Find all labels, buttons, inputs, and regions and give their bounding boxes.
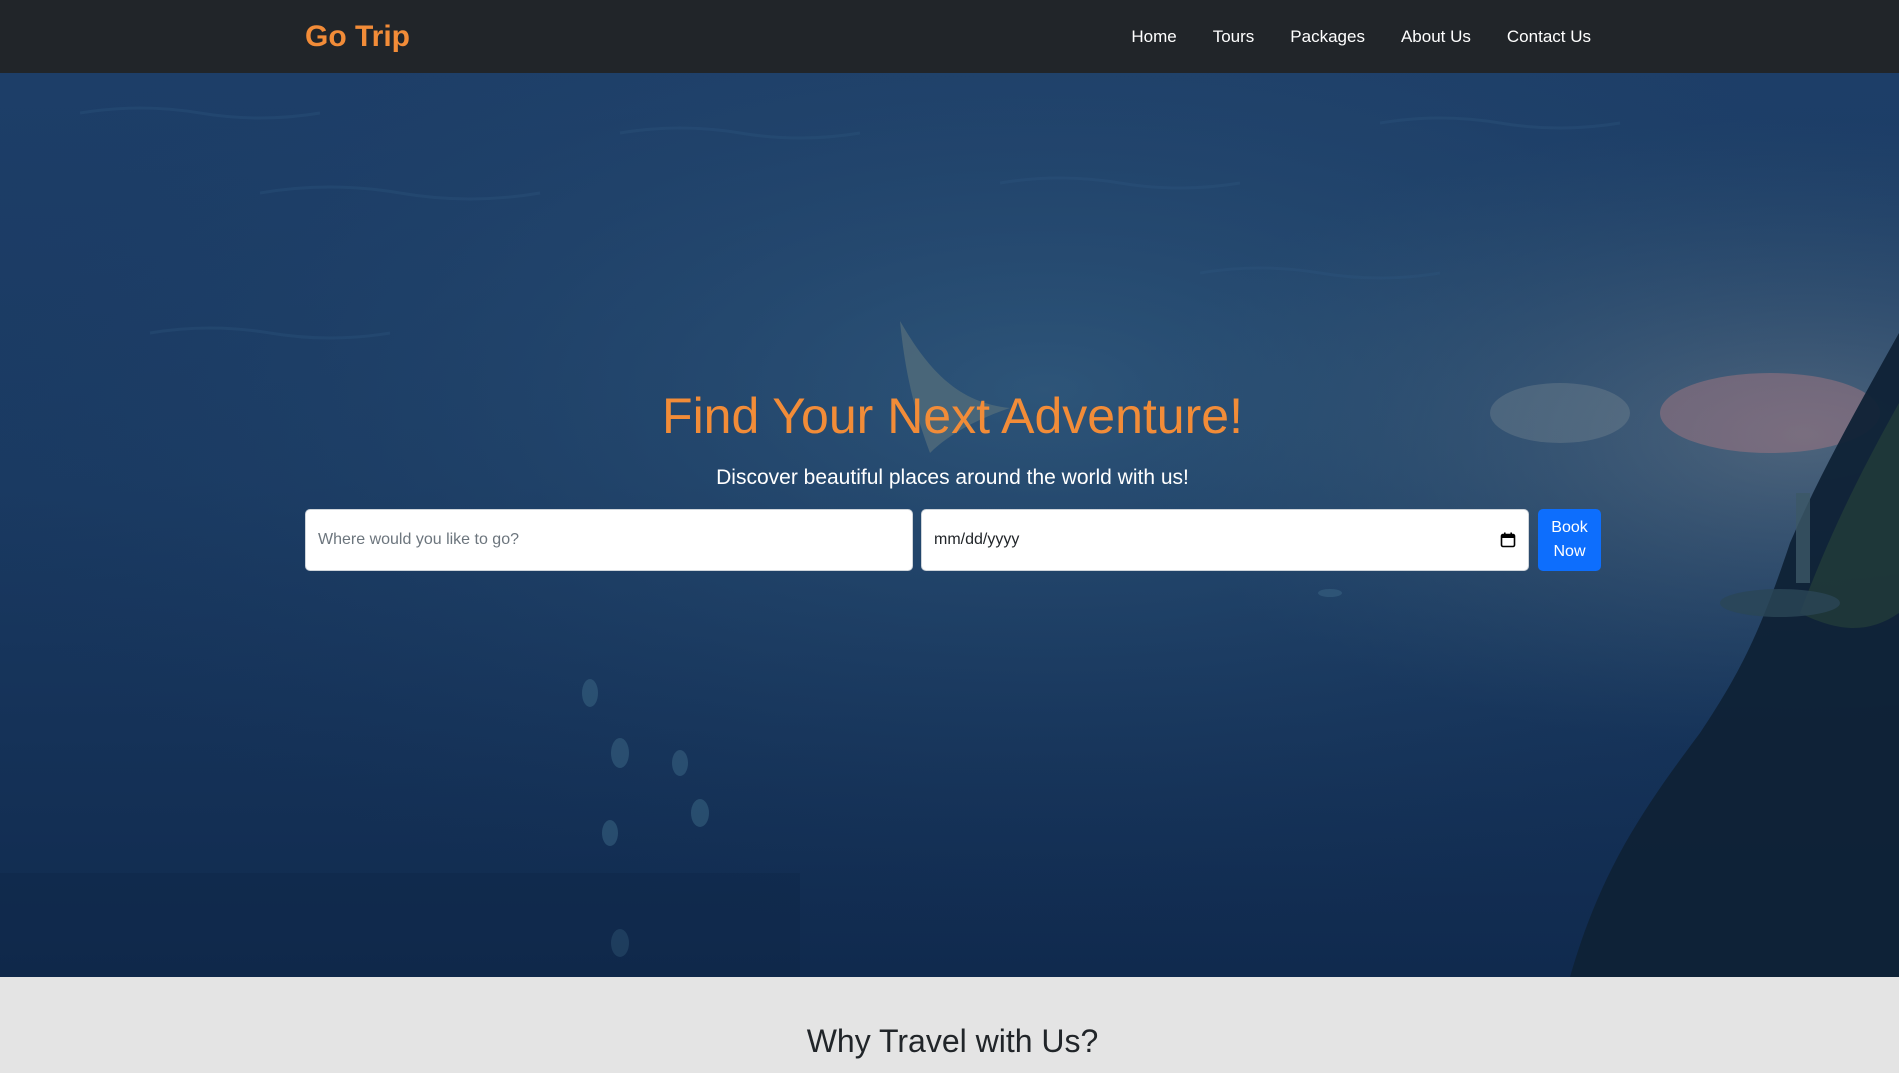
nav-link-home[interactable]: Home xyxy=(1113,0,1194,73)
section-title: Why Travel with Us? xyxy=(806,1023,1099,1059)
top-navbar: Go Trip Home Tours Packages About Us Con… xyxy=(0,0,1899,73)
nav-links: Home Tours Packages About Us Contact Us xyxy=(1113,0,1609,73)
hero-section: Find Your Next Adventure! Discover beaut… xyxy=(0,73,1899,977)
nav-link-about-us[interactable]: About Us xyxy=(1383,0,1489,73)
nav-link-packages[interactable]: Packages xyxy=(1272,0,1383,73)
book-now-button[interactable]: Book Now xyxy=(1538,509,1601,571)
brand-logo[interactable]: Go Trip xyxy=(305,0,410,73)
hero-title: Find Your Next Adventure! xyxy=(662,388,1243,444)
date-input[interactable]: mm/dd/yyyy xyxy=(921,509,1529,571)
date-placeholder: mm/dd/yyyy xyxy=(934,531,1020,548)
nav-link-contact-us[interactable]: Contact Us xyxy=(1489,0,1609,73)
hero-subtitle: Discover beautiful places around the wor… xyxy=(716,466,1189,489)
nav-link-tours[interactable]: Tours xyxy=(1195,0,1273,73)
why-travel-section: Why Travel with Us? xyxy=(0,977,1899,1073)
booking-form: mm/dd/yyyy Book Now xyxy=(305,509,1601,571)
destination-input[interactable] xyxy=(305,509,913,571)
calendar-icon[interactable] xyxy=(1500,532,1516,548)
